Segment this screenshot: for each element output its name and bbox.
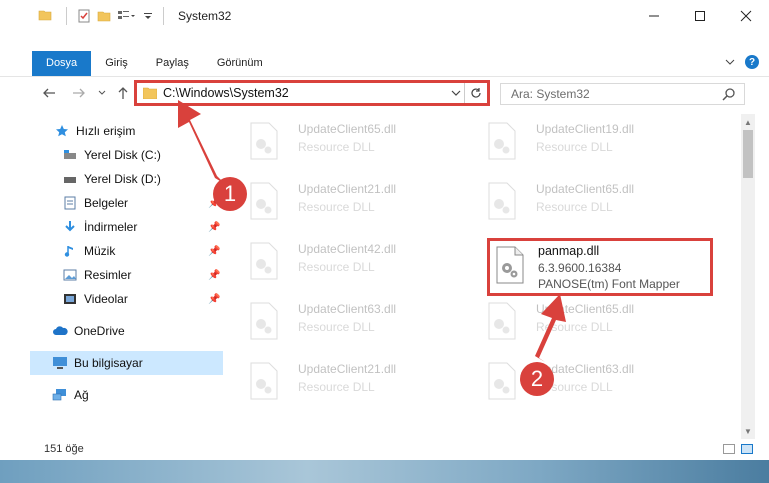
explorer-window: System32 Dosya Giriş Paylaş Görünüm ? C:… [0,0,769,483]
annotation-arrow-1 [178,100,225,184]
annotation-arrow-2 [535,294,566,362]
step-badge-2: 2 [520,362,554,396]
step-badge-1: 1 [213,177,247,211]
annotation-arrows [178,100,566,362]
